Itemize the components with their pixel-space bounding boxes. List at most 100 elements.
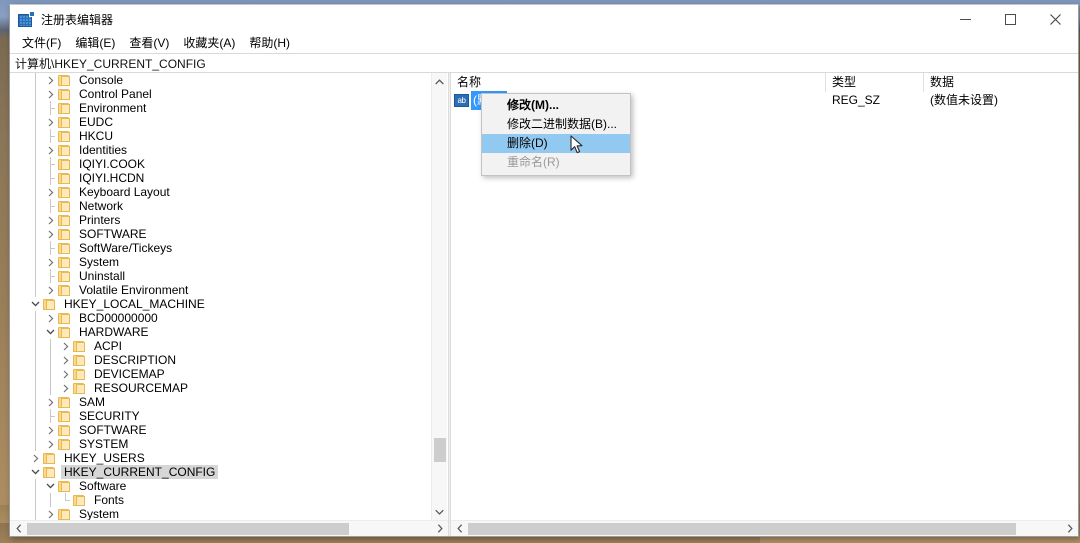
context-menu-item-modify[interactable]: 修改(M)... [482,96,630,115]
tree-item-environment[interactable]: Environment [10,101,432,115]
tree-item-security[interactable]: SECURITY [10,409,432,423]
chevron-right-icon[interactable] [43,423,58,437]
tree-item-hardware[interactable]: HARDWARE [10,325,432,339]
chevron-right-icon[interactable] [43,437,58,451]
tree-item-bcd00000000[interactable]: BCD00000000 [10,311,432,325]
tree-item-label: Environment [79,101,147,115]
tree-item-hkey-local-machine[interactable]: HKEY_LOCAL_MACHINE [10,297,432,311]
chevron-right-icon[interactable] [43,73,58,87]
chevron-up-icon [435,78,444,84]
tree-item-label: Identities [79,143,128,157]
chevron-right-icon[interactable] [43,213,58,227]
tree-item-hkey-current-config[interactable]: HKEY_CURRENT_CONFIG [10,465,432,479]
tree-item-eudc[interactable]: EUDC [10,115,432,129]
chevron-right-icon[interactable] [58,339,73,353]
tree-horizontal-scrollbar[interactable] [10,520,448,536]
folder-icon [58,200,71,212]
folder-icon [58,102,71,114]
tree-hscroll-track[interactable] [27,521,431,537]
tree-item-system[interactable]: System [10,255,432,269]
scroll-right-arrow[interactable] [431,521,448,537]
tree-item-resourcemap[interactable]: RESOURCEMAP [10,381,432,395]
tree-item-uninstall[interactable]: Uninstall [10,269,432,283]
chevron-down-icon[interactable] [43,325,58,339]
chevron-right-icon[interactable] [58,353,73,367]
chevron-down-icon[interactable] [43,479,58,493]
chevron-right-icon[interactable] [43,143,58,157]
chevron-right-icon[interactable] [43,87,58,101]
scroll-left-arrow[interactable] [451,521,468,537]
context-menu[interactable]: 修改(M)... 修改二进制数据(B)... 删除(D) 重命名(R) [481,93,631,176]
chevron-right-icon[interactable] [28,451,43,465]
column-header-data[interactable]: 数据 [924,73,1078,92]
tree-item-description[interactable]: DESCRIPTION [10,353,432,367]
tree-vscroll-track[interactable] [432,90,447,503]
tree-item-software[interactable]: Software [10,479,432,493]
minimize-button[interactable] [943,5,988,34]
chevron-right-icon[interactable] [43,115,58,129]
chevron-right-icon[interactable] [43,227,58,241]
tree-item-identities[interactable]: Identities [10,143,432,157]
tree-item-printers[interactable]: Printers [10,213,432,227]
tree-item-volatile-environment[interactable]: Volatile Environment [10,283,432,297]
context-menu-item-rename[interactable]: 重命名(R) [482,153,630,172]
menu-help[interactable]: 帮助(H) [242,35,297,53]
chevron-right-icon[interactable] [43,255,58,269]
tree-item-control-panel[interactable]: Control Panel [10,87,432,101]
folder-icon [58,424,71,436]
tree-item-software-tickeys[interactable]: SoftWare/Tickeys [10,241,432,255]
menu-view[interactable]: 查看(V) [122,35,176,53]
list-horizontal-scrollbar[interactable] [451,520,1078,536]
context-menu-item-modify-binary[interactable]: 修改二进制数据(B)... [482,115,630,134]
address-bar[interactable]: 计算机\HKEY_CURRENT_CONFIG [10,53,1078,73]
tree-vertical-scrollbar[interactable] [431,73,447,520]
tree-vscroll-thumb[interactable] [434,438,446,462]
column-header-name[interactable]: 名称 [451,73,826,92]
scroll-down-arrow[interactable] [432,503,447,520]
chevron-right-icon[interactable] [43,311,58,325]
tree-item-hkey-users[interactable]: HKEY_USERS [10,451,432,465]
tree-item-system[interactable]: System [10,507,432,520]
menu-favorites[interactable]: 收藏夹(A) [176,35,242,53]
chevron-left-icon [15,524,21,533]
scroll-up-arrow[interactable] [432,73,447,90]
list-hscroll-thumb[interactable] [468,522,1016,535]
folder-icon [58,508,71,520]
tree-item-console[interactable]: Console [10,73,432,87]
chevron-down-icon[interactable] [28,297,43,311]
tree-item-sam[interactable]: SAM [10,395,432,409]
folder-icon [58,270,71,282]
menu-file[interactable]: 文件(F) [15,35,68,53]
chevron-right-icon[interactable] [58,381,73,395]
maximize-button[interactable] [988,5,1033,34]
tree-item-fonts[interactable]: Fonts [10,493,432,507]
tree-hscroll-thumb[interactable] [27,522,349,535]
tree-item-software[interactable]: SOFTWARE [10,423,432,437]
tree-item-keyboard-layout[interactable]: Keyboard Layout [10,185,432,199]
chevron-right-icon[interactable] [43,507,58,520]
tree-item-system[interactable]: SYSTEM [10,437,432,451]
chevron-right-icon[interactable] [58,367,73,381]
tree-item-hkcu[interactable]: HKCU [10,129,432,143]
tree-item-label: HKEY_CURRENT_CONFIG [61,465,219,479]
title-bar: 注册表编辑器 [10,5,1078,34]
list-hscroll-track[interactable] [468,521,1061,537]
context-menu-item-delete[interactable]: 删除(D) [482,134,630,153]
tree-item-devicemap[interactable]: DEVICEMAP [10,367,432,381]
tree-item-iqiyi-hcdn[interactable]: IQIYI.HCDN [10,171,432,185]
chevron-right-icon[interactable] [43,395,58,409]
tree-connector [58,493,73,507]
chevron-down-icon[interactable] [28,465,43,479]
tree-item-network[interactable]: Network [10,199,432,213]
close-button[interactable] [1033,5,1078,34]
chevron-right-icon[interactable] [43,283,58,297]
tree-item-iqiyi-cook[interactable]: IQIYI.COOK [10,157,432,171]
column-header-type[interactable]: 类型 [826,73,924,92]
tree-item-acpi[interactable]: ACPI [10,339,432,353]
scroll-right-arrow[interactable] [1061,521,1078,537]
menu-edit[interactable]: 编辑(E) [68,35,122,53]
tree-view[interactable]: Console Control Panel Environment EUDC HKCU I… [10,73,432,520]
tree-item-software[interactable]: SOFTWARE [10,227,432,241]
chevron-right-icon[interactable] [43,185,58,199]
scroll-left-arrow[interactable] [10,521,27,537]
